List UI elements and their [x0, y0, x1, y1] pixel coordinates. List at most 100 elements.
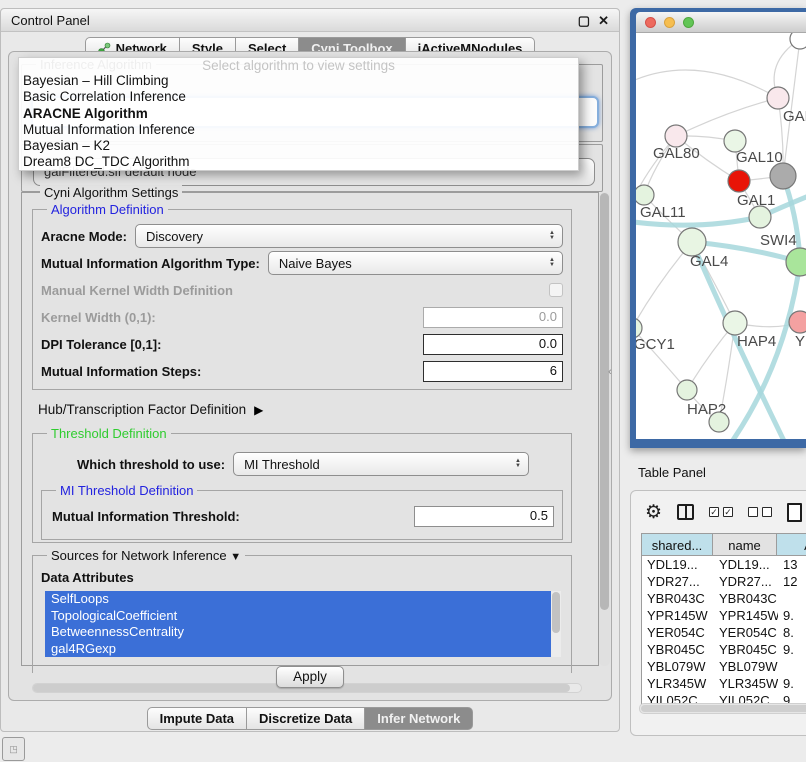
kernel-width-field[interactable]: 0.0 [423, 307, 563, 328]
table-row[interactable]: YPR145WYPR145W9. [642, 607, 806, 624]
network-node-hap2[interactable] [677, 380, 697, 400]
bottom-tab-impute-data[interactable]: Impute Data [147, 707, 247, 730]
network-node-label-swi4: SWI4 [760, 232, 797, 249]
mi-type-combobox[interactable]: Naive Bayes ▲ ▼ [268, 251, 563, 275]
column-header-name[interactable]: name [713, 533, 777, 556]
mi-steps-field[interactable]: 6 [423, 361, 563, 382]
panel-toggle-button[interactable]: ◳ [2, 737, 25, 761]
table-row[interactable]: YBL079WYBL079W [642, 658, 806, 675]
table-cell: YBR043C [714, 590, 778, 607]
table-cell: 8. [778, 624, 806, 641]
screen: Control Panel ▢ ✕ NetworkStyleSelectCyni… [0, 0, 806, 762]
dropdown-item-dream8-dc-tdc-algorithm[interactable]: Dream8 DC_TDC Algorithm [19, 154, 578, 170]
network-node-gal1[interactable] [728, 170, 750, 192]
dropdown-item-basic-correlation-inference[interactable]: Basic Correlation Inference [19, 89, 578, 105]
checkbox-checked-icon: ✓ [709, 507, 719, 517]
splitter-collapse-handle[interactable]: ‹ [608, 366, 612, 378]
attribute-item-selfloops[interactable]: SelfLoops [45, 591, 561, 608]
table-cell: YLR345W [714, 675, 778, 692]
deselect-all-checkboxes-icon[interactable] [748, 507, 772, 517]
which-threshold-combobox[interactable]: MI Threshold ▲ ▼ [233, 452, 529, 476]
attribute-item-topologicalcoefficient[interactable]: TopologicalCoefficient [45, 608, 561, 625]
table-cell: YER054C [642, 624, 714, 641]
minimize-traffic-light[interactable] [664, 17, 675, 28]
close-traffic-light[interactable] [645, 17, 656, 28]
gear-icon[interactable]: ⚙ [645, 503, 662, 522]
table-cell: 12 [778, 573, 806, 590]
manual-kernel-row: Manual Kernel Width Definition [41, 278, 563, 302]
table-row[interactable]: YDL19...YDL19...13 [642, 556, 806, 573]
bottom-tab-infer-network[interactable]: Infer Network [365, 707, 473, 730]
attributes-list-scrollbar[interactable] [551, 591, 561, 657]
table-row[interactable]: YLR345WYLR345W9. [642, 675, 806, 692]
network-node-gal80[interactable] [665, 125, 687, 147]
network-node-label-gal80: GAL80 [653, 145, 700, 162]
document-icon[interactable] [787, 503, 802, 522]
mi-threshold-row: Mutual Information Threshold: 0.5 [52, 506, 554, 527]
network-node-gal11[interactable] [636, 185, 654, 205]
hub-definition-expander[interactable]: Hub/Transcription Factor Definition ▶ [38, 402, 598, 417]
network-node-gal[interactable] [767, 87, 789, 109]
mi-type-label: Mutual Information Algorithm Type: [41, 256, 260, 271]
dropdown-item-bayesian-hill-climbing[interactable]: Bayesian – Hill Climbing [19, 73, 578, 89]
aracne-mode-combobox[interactable]: Discovery ▲ ▼ [135, 224, 563, 248]
mi-threshold-definition-group: MI Threshold Definition Mutual Informati… [41, 490, 563, 540]
threshold-definition-group: Threshold Definition Which threshold to … [32, 433, 572, 543]
table-cell: YDL19... [714, 556, 778, 573]
table-toolbar: ⚙ ✓ ✓ [645, 497, 806, 527]
combo-stepper-icon: ▲ ▼ [549, 231, 555, 241]
close-icon[interactable]: ✕ [598, 14, 609, 27]
dpi-tolerance-field[interactable]: 0.0 [423, 334, 563, 355]
dropdown-item-aracne-algorithm[interactable]: ARACNE Algorithm [19, 106, 578, 122]
zoom-traffic-light[interactable] [683, 17, 694, 28]
collapse-down-icon[interactable]: ▼ [230, 551, 241, 563]
column-header-a[interactable]: A [777, 533, 806, 556]
columns-icon[interactable] [677, 504, 694, 520]
network-node-swi4[interactable] [749, 206, 771, 228]
bottom-tab-discretize-data-label: Discretize Data [259, 711, 352, 726]
bottom-tab-discretize-data[interactable]: Discretize Data [247, 707, 365, 730]
table-horizontal-scrollbar[interactable] [639, 703, 806, 714]
network-node-gal4[interactable] [678, 228, 706, 256]
table-row[interactable]: YBR043CYBR043C [642, 590, 806, 607]
network-node-hap4[interactable] [723, 311, 747, 335]
dropdown-item-bayesian-k2[interactable]: Bayesian – K2 [19, 138, 578, 154]
table-cell: YBR043C [642, 590, 714, 607]
network-node[interactable] [770, 163, 796, 189]
table-cell: YBL079W [642, 658, 714, 675]
attribute-item-gal4rgexp[interactable]: gal4RGexp [45, 641, 561, 658]
data-attributes-list[interactable]: SelfLoopsTopologicalCoefficientBetweenne… [45, 591, 561, 657]
network-node[interactable] [709, 412, 729, 432]
column-header-shared[interactable]: shared... [641, 533, 713, 556]
dropdown-item-mutual-information-inference[interactable]: Mutual Information Inference [19, 122, 578, 138]
network-edge [676, 98, 778, 136]
select-all-checkboxes-icon[interactable]: ✓ ✓ [709, 507, 733, 517]
control-panel-title: Control Panel [11, 13, 570, 28]
table-cell: 9. [778, 607, 806, 624]
network-node[interactable] [790, 33, 806, 49]
float-window-icon[interactable]: ▢ [578, 14, 590, 27]
which-threshold-label: Which threshold to use: [77, 457, 225, 472]
spinner-down-icon: ▼ [549, 263, 555, 268]
table-cell: YPR145W [642, 607, 714, 624]
apply-button[interactable]: Apply [276, 666, 344, 688]
table-panel-bar: Table Panel [630, 459, 806, 485]
table-row[interactable]: YDR27...YDR27...12 [642, 573, 806, 590]
table-row[interactable]: YBR045CYBR045C9. [642, 641, 806, 658]
mi-threshold-field[interactable]: 0.5 [414, 506, 554, 527]
algorithm-dropdown-placeholder: Select algorithm to view settings [19, 58, 578, 73]
network-node-gcy1[interactable] [636, 318, 642, 338]
network-canvas[interactable]: GALGAL80GAL10GAL1GAL11SWI4GAL4GCY1HAP4YH… [636, 33, 806, 439]
settings-vertical-scrollbar[interactable] [599, 192, 610, 666]
attribute-item-betweennesscentrality[interactable]: BetweennessCentrality [45, 624, 561, 641]
network-node[interactable] [786, 248, 806, 276]
table-row[interactable]: YER054CYER054C8. [642, 624, 806, 641]
mi-type-row: Mutual Information Algorithm Type: Naive… [41, 251, 563, 275]
manual-kernel-checkbox[interactable] [549, 283, 563, 297]
combo-stepper-icon: ▲ ▼ [515, 459, 521, 469]
network-node-y[interactable] [789, 311, 806, 333]
network-edge [636, 70, 778, 98]
table-cell: 9. [778, 641, 806, 658]
mi-type-value: Naive Bayes [279, 256, 352, 271]
table-cell [778, 658, 806, 675]
